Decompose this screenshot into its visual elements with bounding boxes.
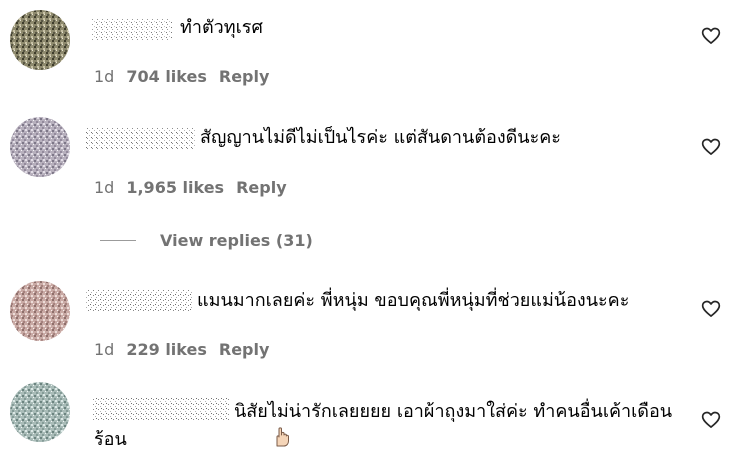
pointing-hand-emoji <box>131 425 293 455</box>
reply-button[interactable]: Reply <box>236 178 287 197</box>
comment-text: ทำตัวทุเรศ <box>180 17 263 38</box>
heart-icon[interactable] <box>701 410 721 430</box>
reply-button[interactable]: Reply <box>219 67 270 86</box>
comment-meta: 1d 1,965 likes Reply <box>94 178 287 197</box>
avatar[interactable] <box>10 117 70 177</box>
blurred-avatar-image <box>10 281 70 341</box>
likes-count[interactable]: 229 likes <box>126 340 207 359</box>
comment-time: 1d <box>94 178 115 197</box>
heart-icon[interactable] <box>701 137 721 157</box>
blurred-avatar-image <box>10 10 70 70</box>
heart-icon[interactable] <box>701 299 721 319</box>
blurred-avatar-image <box>10 117 70 177</box>
reply-button[interactable]: Reply <box>219 340 270 359</box>
username-blurred[interactable] <box>86 128 196 150</box>
heart-icon[interactable] <box>701 26 721 46</box>
comment-meta: 1d 704 likes Reply <box>94 67 269 86</box>
comment-text: สัญญานไม่ดีไม่เป็นไรค่ะ แต่สันดานต้องดีน… <box>200 127 561 148</box>
replies-divider-line <box>100 240 136 241</box>
avatar[interactable] <box>10 10 70 70</box>
comment-time: 1d <box>94 67 115 86</box>
username-blurred[interactable] <box>92 19 172 41</box>
comment-meta: 1d 229 likes Reply <box>94 340 269 359</box>
view-replies-label: View replies (31) <box>160 231 313 250</box>
comment-text: แมนมากเลยค่ะ พี่หนุ่ม ขอบคุณพี่หนุ่มที่ช… <box>197 290 630 311</box>
username-blurred[interactable] <box>86 290 192 312</box>
likes-count[interactable]: 1,965 likes <box>126 178 224 197</box>
view-replies-button[interactable]: View replies (31) <box>100 231 313 250</box>
comment-time: 1d <box>94 340 115 359</box>
likes-count[interactable]: 704 likes <box>126 67 207 86</box>
comment-text-container: นิสัยไม่น่ารักเลยยยย เอาผ้าถุงมาใส่ค่ะ ท… <box>94 398 684 455</box>
avatar[interactable] <box>10 281 70 341</box>
blurred-avatar-image <box>10 382 70 442</box>
avatar[interactable] <box>10 382 70 442</box>
